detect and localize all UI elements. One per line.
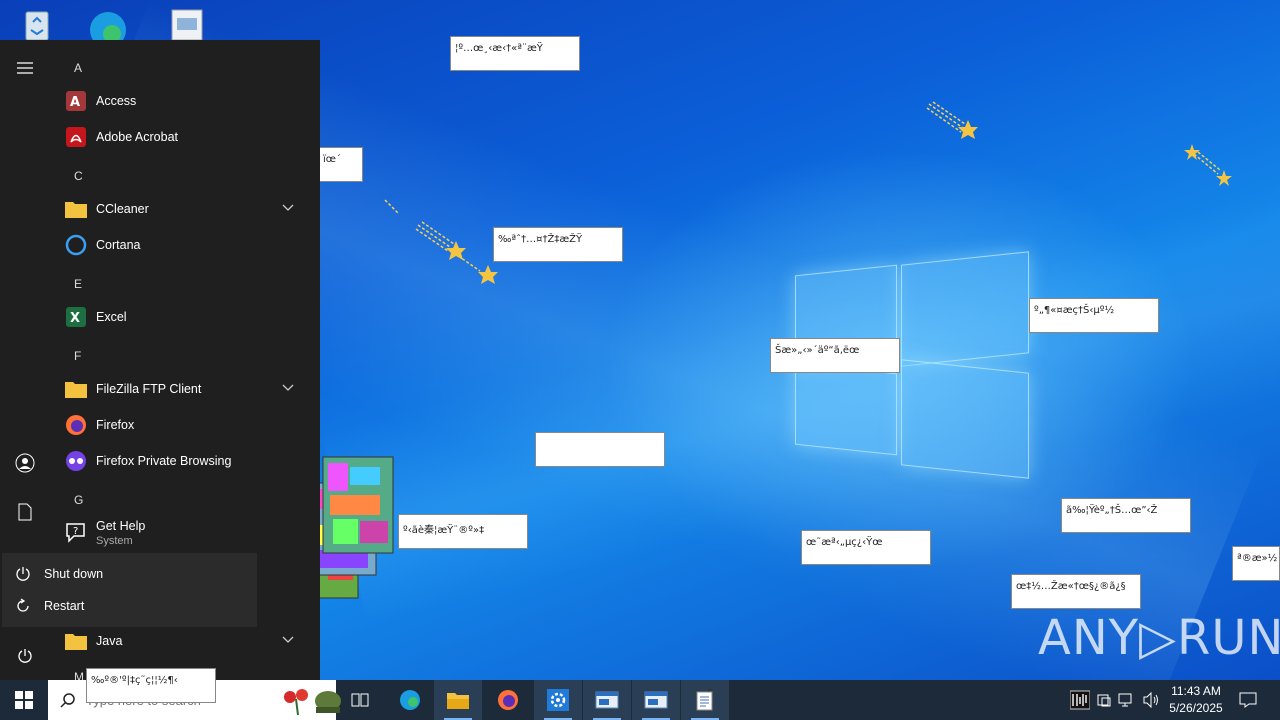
start-button[interactable] (0, 680, 48, 720)
shutdown-label: Shut down (44, 567, 104, 581)
edge-icon[interactable] (86, 8, 126, 48)
svg-text:A: A (70, 95, 80, 110)
chevron-down-icon[interactable] (282, 383, 294, 395)
edge-icon[interactable] (386, 680, 434, 720)
acrobat-icon (64, 125, 88, 149)
folder-icon (64, 629, 88, 653)
file-explorer-icon[interactable] (434, 680, 482, 720)
app-label: Adobe Acrobat (96, 130, 179, 144)
app-label: CCleaner (96, 202, 149, 216)
popup-window[interactable]: ¦º…œ¸‹æ‹†«ª¨æŸ (450, 36, 580, 71)
section-letter-c[interactable]: C (74, 169, 83, 183)
shooting-star-icon (926, 101, 978, 139)
shooting-star-icon (1184, 144, 1232, 186)
shutdown-button[interactable]: Shut down (2, 558, 257, 590)
section-letter-f[interactable]: F (74, 349, 81, 363)
popup-window[interactable]: œ˜æª‹„µç¿‹Ÿœ (801, 530, 931, 565)
firefox-icon (64, 413, 88, 437)
clock[interactable]: 11:43 AM 5/26/2025 (1160, 683, 1232, 717)
notepad-icon[interactable] (681, 680, 729, 720)
task-view-icon[interactable] (336, 680, 384, 720)
app-firefox-private[interactable]: Firefox Private Browsing (64, 446, 310, 476)
popup-window[interactable]: ‰º®'º|‡ç˜ç¦¦½¶‹ (86, 668, 216, 703)
volume-icon[interactable] (1140, 680, 1162, 720)
popup-window[interactable]: ‰ªˆ†…¤†Ž‡æŽŸ (493, 227, 623, 262)
folder-icon (64, 197, 88, 221)
tray-glitch-icon[interactable] (1068, 680, 1092, 720)
app-label: Cortana (96, 238, 141, 252)
app-adobe-acrobat[interactable]: Adobe Acrobat (64, 122, 310, 152)
restart-button[interactable]: Restart (2, 590, 257, 622)
app-access[interactable]: A Access (64, 86, 310, 116)
app-label: Get Help (96, 519, 146, 533)
restart-label: Restart (44, 599, 85, 613)
get-help-icon: ? (64, 520, 88, 544)
window-app-icon[interactable] (583, 680, 631, 720)
popup-window[interactable]: ª®æ»½ (1232, 546, 1280, 581)
clock-date: 5/26/2025 (1169, 701, 1223, 715)
tray-app-icon[interactable] (1094, 680, 1114, 720)
app-sublabel: System (96, 535, 133, 547)
popup-window[interactable]: º„¶«¤æç†Š‹µº½ (1029, 298, 1159, 333)
excel-icon: X (64, 305, 88, 329)
network-icon[interactable] (1116, 680, 1138, 720)
app-excel[interactable]: X Excel (64, 302, 310, 332)
document-icon[interactable] (168, 8, 208, 41)
firefox-icon[interactable] (484, 680, 532, 720)
cortana-icon (64, 233, 88, 257)
app-firefox[interactable]: Firefox (64, 410, 310, 440)
popup-window[interactable]: ïœ´ (318, 147, 363, 182)
hamburger-menu-icon[interactable] (13, 56, 37, 80)
chevron-down-icon[interactable] (282, 203, 294, 215)
popup-window[interactable]: Šæ»„‹»´äº“ã‚ëœ (770, 338, 900, 373)
svg-text:?: ? (73, 526, 78, 537)
popup-window[interactable]: º‹ãè秦¦æŸ¨®º»‡ (398, 514, 528, 549)
notification-icon[interactable] (1234, 680, 1262, 720)
shooting-star-icon (384, 199, 498, 284)
search-icon (60, 692, 76, 708)
recycle-bin-icon[interactable] (16, 8, 56, 41)
app-cortana[interactable]: Cortana (64, 230, 310, 260)
app-label: Excel (96, 310, 127, 324)
settings-gear-icon[interactable] (534, 680, 582, 720)
section-letter-a[interactable]: A (74, 61, 82, 75)
user-account-icon[interactable] (13, 451, 37, 475)
power-icon (14, 566, 32, 582)
restart-icon (14, 598, 32, 614)
svg-text:X: X (70, 311, 80, 326)
section-letter-g[interactable]: G (74, 493, 83, 507)
window-app-icon[interactable] (632, 680, 680, 720)
power-menu: Shut down Restart (2, 553, 257, 627)
clock-time: 11:43 AM (1171, 684, 1221, 698)
popup-window[interactable]: œ‡½…Žæ«†œ§¿®ã¿§ (1011, 574, 1141, 609)
app-label: Firefox Private Browsing (96, 454, 232, 468)
app-label: Access (96, 94, 137, 108)
section-letter-e[interactable]: E (74, 277, 82, 291)
documents-icon[interactable] (13, 500, 37, 524)
windows-icon (15, 691, 33, 709)
anyrun-watermark: ANY▷RUN (1038, 610, 1280, 666)
app-label: Java (96, 634, 123, 648)
popup-window[interactable]: ã‰¦Ÿèº„†Š…œ”‹Ž (1061, 498, 1191, 533)
popup-window[interactable] (535, 432, 665, 467)
app-ccleaner[interactable]: CCleaner (64, 194, 310, 224)
app-filezilla[interactable]: FileZilla FTP Client (64, 374, 310, 404)
app-label: FileZilla FTP Client (96, 382, 202, 396)
firefox-private-icon (64, 449, 88, 473)
start-menu: A A Access Adobe Acrobat C CCleaner Cort… (0, 40, 320, 684)
app-get-help[interactable]: ? Get Help System (64, 514, 310, 550)
app-label: Firefox (96, 418, 135, 432)
access-icon: A (64, 89, 88, 113)
folder-icon (64, 377, 88, 401)
power-icon[interactable] (13, 644, 37, 668)
app-java[interactable]: Java (64, 626, 310, 656)
chevron-down-icon[interactable] (282, 635, 294, 647)
